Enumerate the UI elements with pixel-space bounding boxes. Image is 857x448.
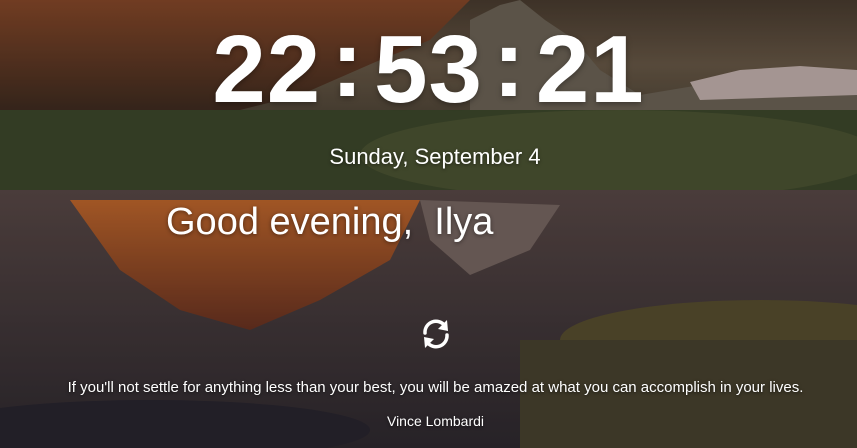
refresh-icon — [423, 319, 449, 349]
clock-minutes: 53 — [374, 16, 483, 123]
date-label: Sunday, September 4 — [329, 144, 541, 169]
clock: 22:53:21 — [0, 14, 857, 123]
quote-author: Vince Lombardi — [386, 413, 485, 429]
clock-separator: : — [331, 10, 365, 117]
quote-text: If you'll not settle for anything less t… — [67, 379, 804, 396]
clock-hours: 22 — [212, 16, 322, 123]
clock-seconds: 21 — [535, 16, 645, 123]
refresh-quote-button[interactable] — [418, 316, 454, 352]
clock-separator: : — [492, 10, 526, 117]
dashboard-screen: 22:53:21 Sunday, September 4 Good evenin… — [0, 0, 857, 448]
greeting-text: Good evening, Ilya — [166, 201, 494, 243]
